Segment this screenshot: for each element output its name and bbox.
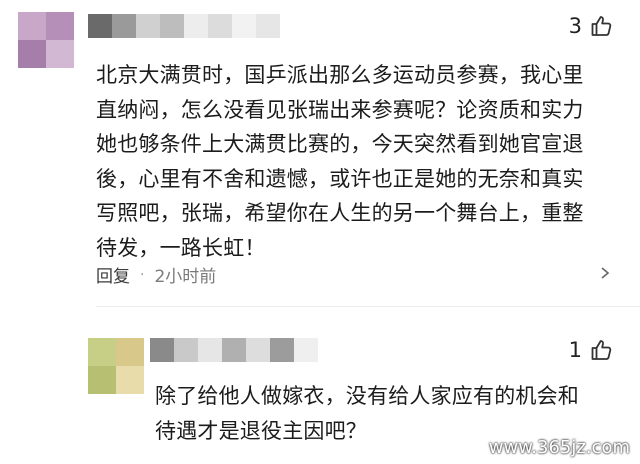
- comment-line: 除了给他人做嫁衣，没有给人家应有的机会和: [155, 384, 579, 408]
- like-count: 3: [568, 14, 582, 38]
- comment-line: 後，心里有不舍和遗憾，或许也正是她的无奈和真实: [96, 166, 584, 191]
- comment-text: 北京大满贯时，国乒派出那么多运动员参赛，我心里 直纳闷，怎么没看见张瑞出来参赛呢…: [96, 58, 632, 265]
- avatar[interactable]: [18, 12, 74, 68]
- username-blurred[interactable]: [88, 14, 280, 38]
- comment-line: 写照吧，张瑞，希望你在人生的另一个舞台上，重整: [96, 201, 584, 225]
- like-count: 1: [568, 338, 582, 362]
- avatar[interactable]: [88, 338, 144, 394]
- watermark: www.365jz.com: [488, 437, 630, 458]
- reply-button[interactable]: 回复: [96, 262, 130, 287]
- comment-line: 她也够条件上大满贯比赛的，今天突然看到她官宣退: [96, 132, 584, 156]
- comment-line: 待发，一路长虹！: [96, 235, 266, 260]
- chevron-right-icon[interactable]: [598, 266, 612, 280]
- meta-separator: ·: [140, 266, 145, 283]
- username-blurred[interactable]: [150, 338, 318, 362]
- comment-line: 直纳闷，怎么没看见张瑞出来参赛呢？论资质和实力: [96, 97, 584, 122]
- divider: [96, 306, 640, 307]
- like-button[interactable]: 3: [569, 14, 614, 38]
- thumbs-up-icon[interactable]: [590, 14, 614, 38]
- comment-item: 3 北京大满贯时，国乒派出那么多运动员参赛，我心里 直纳闷，怎么没看见张瑞出来参…: [0, 0, 640, 307]
- comment-line: 北京大满贯时，国乒派出那么多运动员参赛，我心里: [96, 63, 584, 87]
- like-button[interactable]: 1: [569, 338, 614, 362]
- timestamp: 2小时前: [154, 267, 217, 287]
- comment-meta: 回复 · 2小时前: [96, 262, 217, 288]
- thumbs-up-icon[interactable]: [590, 338, 614, 362]
